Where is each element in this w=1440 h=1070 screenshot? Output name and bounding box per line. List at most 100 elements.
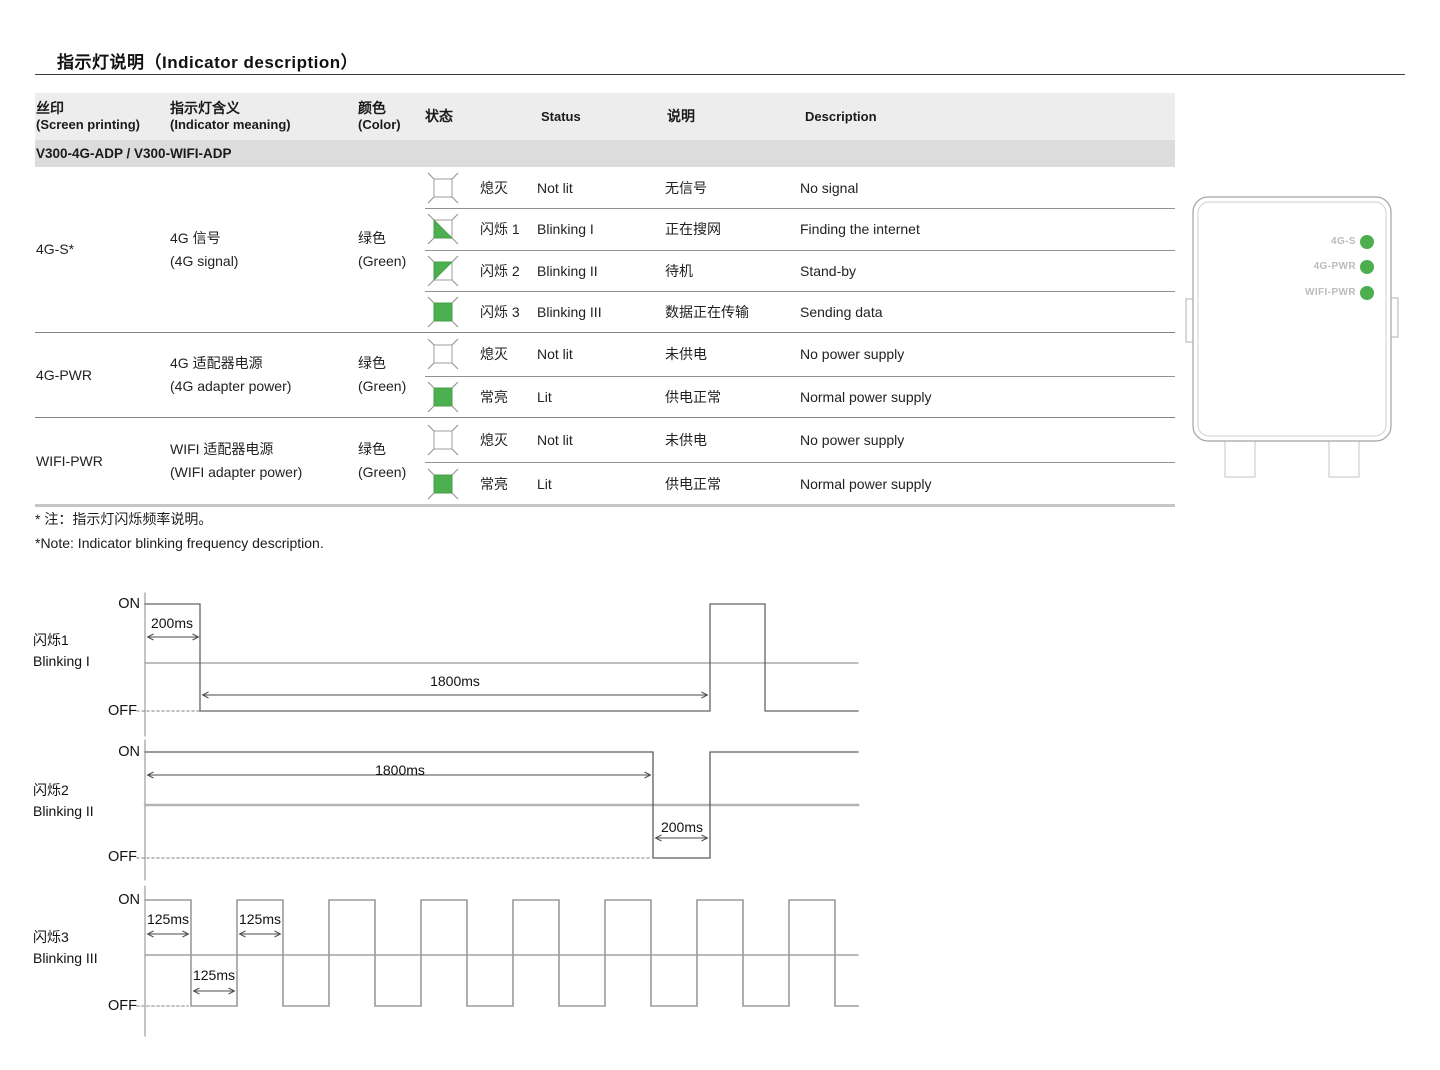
state-cn: 熄灭 bbox=[480, 430, 508, 450]
state-en: Blinking II bbox=[537, 263, 598, 279]
device-leg-left bbox=[1225, 441, 1255, 477]
state-en: Blinking I bbox=[537, 221, 594, 237]
device-led-wifi-pwr bbox=[1360, 286, 1374, 300]
desc-cn: 未供电 bbox=[665, 430, 707, 450]
desc-cn: 数据正在传输 bbox=[665, 302, 749, 322]
device-led-label-wifi-pwr: WIFI-PWR bbox=[1256, 286, 1356, 300]
led-off-icon bbox=[426, 171, 460, 205]
device-leg-right bbox=[1329, 441, 1359, 477]
diagram1-label: 闪烁1 Blinking I bbox=[33, 630, 153, 672]
indicator-group: 4G-S*4G 信号(4G signal)绿色(Green)熄灭Not lit无… bbox=[35, 167, 1175, 332]
desc-en: Normal power supply bbox=[800, 476, 932, 492]
diagram3-on-label: ON bbox=[95, 892, 140, 908]
desc-cn: 待机 bbox=[665, 261, 693, 281]
header-status-en: Status bbox=[541, 93, 661, 140]
table-body: 4G-S*4G 信号(4G signal)绿色(Green)熄灭Not lit无… bbox=[35, 167, 1175, 504]
diagram-blinking2 bbox=[137, 740, 858, 880]
desc-cn: 供电正常 bbox=[665, 387, 721, 407]
desc-en: No power supply bbox=[800, 346, 904, 362]
device-body-outer bbox=[1193, 197, 1391, 441]
diagram2-on-label: ON bbox=[95, 744, 140, 760]
manual-page: 指示灯说明（Indicator description） 丝印 (Screen … bbox=[0, 0, 1440, 1070]
header-desc-cn: 说明 bbox=[667, 93, 797, 140]
state-row: 常亮 Lit 供电正常 Normal power supply bbox=[425, 462, 1175, 506]
desc-cn: 未供电 bbox=[665, 344, 707, 364]
led-on-icon bbox=[426, 295, 460, 329]
led-off-icon bbox=[426, 337, 460, 371]
diagram3-125ms-label-b: 125ms bbox=[232, 911, 288, 927]
led-half-1-icon bbox=[426, 212, 460, 246]
screen-printing-cell: WIFI-PWR bbox=[36, 418, 166, 504]
device-led-label-4g-pwr: 4G-PWR bbox=[1256, 260, 1356, 274]
diagram1-200ms-label: 200ms bbox=[142, 615, 202, 631]
state-en: Lit bbox=[537, 389, 552, 405]
note-en: *Note: Indicator blinking frequency desc… bbox=[35, 535, 324, 551]
desc-en: Normal power supply bbox=[800, 389, 932, 405]
diagram2-label: 闪烁2 Blinking II bbox=[33, 780, 153, 822]
diagram-blinking1 bbox=[137, 593, 858, 736]
state-cn: 闪烁 1 bbox=[480, 219, 520, 239]
state-row: 闪烁 1 Blinking I 正在搜网 Finding the internet bbox=[425, 208, 1175, 249]
diagram3-off-label: OFF bbox=[92, 998, 137, 1014]
desc-en: Stand-by bbox=[800, 263, 856, 279]
table-bottom-border bbox=[35, 504, 1175, 507]
state-cn: 熄灭 bbox=[480, 344, 508, 364]
diagram3-label: 闪烁3 Blinking III bbox=[33, 927, 153, 969]
led-on-icon bbox=[426, 380, 460, 414]
page-title: 指示灯说明（Indicator description） bbox=[57, 48, 358, 73]
state-cn: 常亮 bbox=[480, 387, 508, 407]
desc-en: Sending data bbox=[800, 304, 883, 320]
state-en: Not lit bbox=[537, 180, 573, 196]
state-row: 熄灭 Not lit 无信号 No signal bbox=[425, 167, 1175, 208]
header-state-cn: 状态 bbox=[425, 93, 535, 140]
header-screen-printing: 丝印 (Screen printing) bbox=[36, 93, 168, 140]
state-row: 闪烁 3Blinking III数据正在传输Sending data bbox=[425, 291, 1175, 332]
led-on-icon bbox=[426, 467, 460, 501]
meaning-cell: 4G 适配器电源(4G adapter power) bbox=[170, 333, 355, 417]
title-divider bbox=[35, 74, 1405, 75]
diagram1-1800ms-label: 1800ms bbox=[405, 673, 505, 689]
state-row: 熄灭 Not lit 未供电 No power supply bbox=[425, 418, 1175, 462]
state-cn: 熄灭 bbox=[480, 178, 508, 198]
device-tab-left bbox=[1186, 299, 1193, 342]
led-half-2-icon bbox=[426, 254, 460, 288]
desc-en: No signal bbox=[800, 180, 858, 196]
note-cn: * 注：指示灯闪烁频率说明。 bbox=[35, 509, 212, 529]
led-off-icon bbox=[426, 423, 460, 457]
state-row: 熄灭 Not lit 未供电 No power supply bbox=[425, 333, 1175, 376]
indicator-group: 4G-PWR4G 适配器电源(4G adapter power)绿色(Green… bbox=[35, 332, 1175, 417]
state-row: 闪烁 2 Blinking II 待机 Stand-by bbox=[425, 250, 1175, 291]
device-led-4g-s bbox=[1360, 235, 1374, 249]
desc-en: No power supply bbox=[800, 432, 904, 448]
state-en: Blinking III bbox=[537, 304, 602, 320]
header-meaning: 指示灯含义 (Indicator meaning) bbox=[170, 93, 355, 140]
state-cn: 闪烁 2 bbox=[480, 261, 520, 281]
screen-printing-cell: 4G-S* bbox=[36, 167, 166, 332]
diagram3-125ms-label-a: 125ms bbox=[140, 911, 196, 927]
desc-en: Finding the internet bbox=[800, 221, 920, 237]
color-cell: 绿色(Green) bbox=[358, 167, 424, 332]
desc-cn: 无信号 bbox=[665, 178, 707, 198]
diagram-blinking3 bbox=[137, 886, 858, 1036]
device-tab-right bbox=[1391, 298, 1398, 337]
header-description-en: Description bbox=[805, 93, 1005, 140]
indicator-table: 丝印 (Screen printing) 指示灯含义 (Indicator me… bbox=[35, 93, 1175, 507]
indicator-group: WIFI-PWRWIFI 适配器电源(WIFI adapter power)绿色… bbox=[35, 417, 1175, 504]
table-header-row: 丝印 (Screen printing) 指示灯含义 (Indicator me… bbox=[35, 93, 1175, 140]
state-cn: 常亮 bbox=[480, 474, 508, 494]
device-led-4g-pwr bbox=[1360, 260, 1374, 274]
state-en: Lit bbox=[537, 476, 552, 492]
desc-cn: 正在搜网 bbox=[665, 219, 721, 239]
state-en: Not lit bbox=[537, 346, 573, 362]
diagram1-on-label: ON bbox=[95, 596, 140, 612]
diagram2-1800ms-label: 1800ms bbox=[350, 762, 450, 778]
meaning-cell: WIFI 适配器电源(WIFI adapter power) bbox=[170, 418, 355, 504]
desc-cn: 供电正常 bbox=[665, 474, 721, 494]
device-led-label-4g-s: 4G-S bbox=[1256, 235, 1356, 249]
color-cell: 绿色(Green) bbox=[358, 333, 424, 417]
state-row: 常亮 Lit 供电正常 Normal power supply bbox=[425, 376, 1175, 419]
color-cell: 绿色(Green) bbox=[358, 418, 424, 504]
state-en: Not lit bbox=[537, 432, 573, 448]
header-color: 颜色 (Color) bbox=[358, 93, 424, 140]
screen-printing-cell: 4G-PWR bbox=[36, 333, 166, 417]
